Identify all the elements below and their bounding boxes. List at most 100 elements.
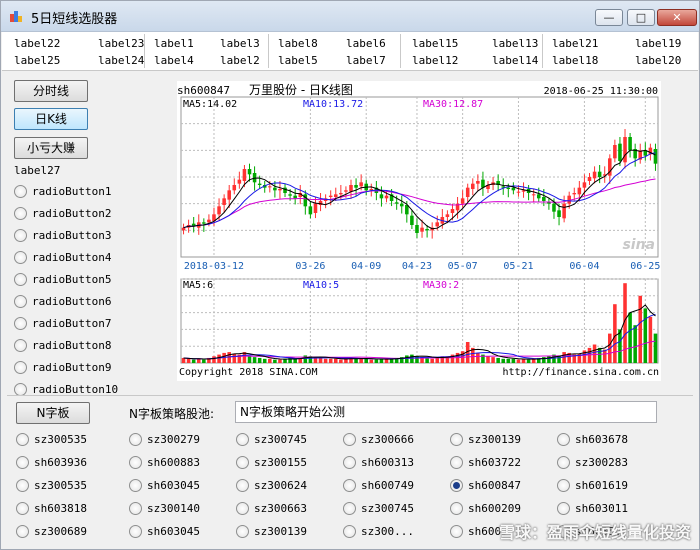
chart-datetime: 2018-06-25 11:30:00 [544,86,658,97]
radio-circle[interactable] [343,456,356,469]
stock-code: sh601619 [575,479,628,492]
candle-body [471,183,475,189]
x-tick-label: 04-09 [351,261,381,272]
ma30-label: MA30:12.87 [423,99,483,110]
candle-body [293,195,297,199]
radio-circle[interactable] [14,295,27,308]
radio-circle[interactable] [557,479,570,492]
radio-circle[interactable] [14,339,27,352]
radio-circle[interactable] [14,207,27,220]
radio-circle[interactable] [236,525,249,538]
radio-circle[interactable] [236,479,249,492]
label-cell: label1 [154,37,194,50]
radio-circle[interactable] [450,525,463,538]
volume-bar [506,358,511,363]
radio-circle[interactable] [129,502,142,515]
candle-body [278,189,282,191]
volume-bar [323,358,328,363]
rik-button[interactable]: 日K线 [14,108,88,130]
label-cell: label22 [14,37,61,50]
radio-circle[interactable] [236,433,249,446]
volume-bar [196,358,201,363]
chart-title: 万里股份 - 日K线图 [249,83,353,97]
divider [400,34,401,68]
candle-body [420,227,424,232]
volume-bar [354,358,358,363]
volume-bar [643,308,648,363]
label-cell: label13 [492,37,539,50]
minimize-icon: — [603,11,615,24]
radio-circle[interactable] [129,479,142,492]
candle-body [237,179,242,184]
nziban-button[interactable]: N字板 [16,402,90,424]
radio-circle[interactable] [450,433,463,446]
minimize-button[interactable]: — [595,9,623,26]
candle-body [415,225,419,233]
radio-circle[interactable] [557,502,570,515]
radio-circle[interactable] [129,456,142,469]
label-cell: label24 [98,54,145,67]
radio-circle[interactable] [450,479,463,492]
radio-circle[interactable] [129,433,142,446]
label-cell: label19 [635,37,682,50]
radio-circle[interactable] [14,229,27,242]
radio-circle[interactable] [14,273,27,286]
candle-body [328,195,333,197]
radio-circle[interactable] [236,502,249,515]
label-cell: label18 [552,54,599,67]
volume-bar [278,359,282,363]
radio-circle[interactable] [16,502,29,515]
candle-body [394,202,399,204]
volume-bar [318,357,323,363]
stock-code: sh600313 [361,456,414,469]
radio-label: radioButton9 [32,361,112,374]
label-cell: label14 [492,54,539,67]
radio-circle[interactable] [343,433,356,446]
candle-body [552,203,556,212]
maximize-button[interactable]: □ [627,9,655,26]
radio-circle[interactable] [14,361,27,374]
stock-code: sz300689 [34,525,87,538]
radio-circle[interactable] [16,479,29,492]
fenshi-button[interactable]: 分时线 [14,80,88,102]
side-label: label27 [14,164,61,177]
candle-body [613,145,617,159]
title-bar[interactable]: 5日短线选股器 — □ ✕ [1,1,699,32]
radio-circle[interactable] [343,502,356,515]
close-button[interactable]: ✕ [657,9,697,26]
volume-bar [613,304,617,363]
radio-circle[interactable] [16,433,29,446]
candle-body [359,182,363,187]
radio-circle[interactable] [450,456,463,469]
radio-circle[interactable] [557,433,570,446]
stock-code: sh603818 [34,502,87,515]
radio-circle[interactable] [343,479,356,492]
radio-circle[interactable] [450,502,463,515]
volume-bar [526,359,531,363]
radio-circle[interactable] [16,456,29,469]
radio-circle[interactable] [14,317,27,330]
volume-bar [425,357,429,363]
radio-circle[interactable] [16,525,29,538]
candle-body [450,209,455,213]
radio-circle[interactable] [14,185,27,198]
x-axis: 2018-03-12 03-26 04-09 04-23 05-07 05-21 06-04… [184,261,660,272]
volume-bar [405,355,409,363]
volume-bar [186,358,191,363]
radio-circle[interactable] [129,525,142,538]
radio-circle[interactable] [557,456,570,469]
volume-bar [618,329,622,363]
stock-code: sz300140 [147,502,200,515]
label-cell: label3 [220,37,260,50]
candle-body [628,137,632,151]
radio-circle[interactable] [14,251,27,264]
strategy-pool-input[interactable]: N字板策略开始公测 [235,401,657,423]
xiaoke-button[interactable]: 小亏大赚 [14,137,88,159]
radio-circle[interactable] [236,456,249,469]
divider [542,34,543,68]
volume-bar [181,357,186,363]
radio-circle[interactable] [343,525,356,538]
volume-bar [369,359,374,363]
volume-bar [597,347,602,363]
vol-ma30-label: MA30:2 [423,280,459,291]
